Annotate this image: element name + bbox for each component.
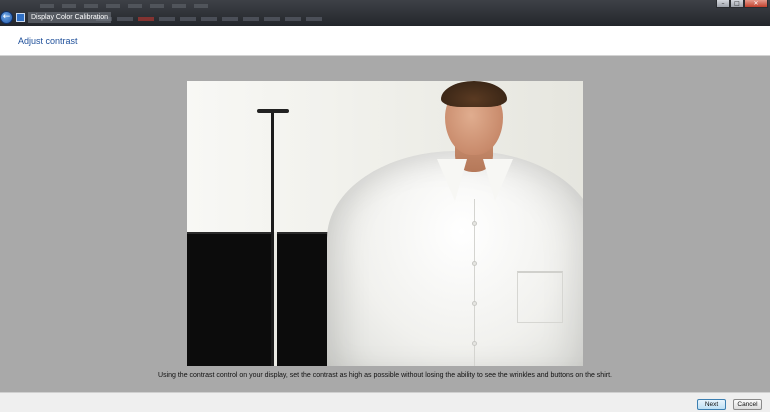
close-button[interactable]: ✕ — [744, 0, 768, 8]
page-title: Adjust contrast — [18, 36, 78, 46]
photo-shirt-pocket — [517, 271, 563, 323]
back-arrow-icon[interactable]: ← — [0, 11, 13, 24]
photo-collar-left — [437, 159, 467, 201]
photo-light-stripe — [274, 232, 277, 366]
main-content: Using the contrast control on your displ… — [0, 56, 770, 392]
next-button[interactable]: Next — [697, 399, 726, 410]
photo-stand-top — [257, 109, 289, 113]
instruction-text: Using the contrast control on your displ… — [158, 372, 612, 379]
photo-stand-pole — [271, 111, 274, 366]
background-toolbar-ghost — [96, 17, 322, 23]
title-bar: ← Display Color Calibration – □ ✕ — [0, 0, 770, 26]
photo-shirt-button — [472, 221, 477, 226]
maximize-button[interactable]: □ — [730, 0, 744, 8]
cancel-button[interactable]: Cancel — [733, 399, 762, 410]
photo-shirt-button — [472, 341, 477, 346]
window-title: Display Color Calibration — [28, 12, 112, 23]
background-menu-ghost — [40, 2, 208, 9]
display-calibration-icon — [16, 13, 25, 22]
photo-collar-right — [483, 159, 513, 201]
footer-bar: Next Cancel — [0, 392, 770, 412]
page-header: Adjust contrast — [0, 26, 770, 56]
photo-shirt-button — [472, 301, 477, 306]
window-controls: – □ ✕ — [716, 0, 768, 8]
photo-shirt-button — [472, 261, 477, 266]
contrast-reference-image — [187, 81, 583, 366]
minimize-button[interactable]: – — [716, 0, 730, 8]
